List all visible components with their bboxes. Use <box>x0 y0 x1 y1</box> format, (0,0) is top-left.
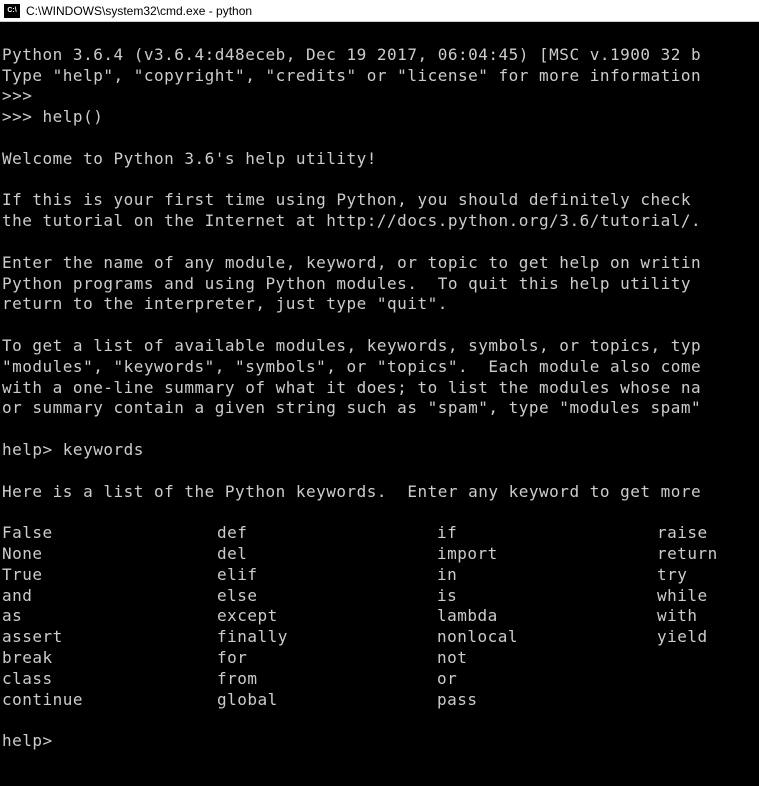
help-welcome: Welcome to Python 3.6's help utility! <box>2 149 377 168</box>
title-bar[interactable]: C:\WINDOWS\system32\cmd.exe - python <box>0 0 759 22</box>
keywords-col3: if import in is lambda nonlocal not or p… <box>437 523 657 710</box>
terminal-output[interactable]: Python 3.6.4 (v3.6.4:d48eceb, Dec 19 201… <box>0 22 759 752</box>
help-prompt-waiting: help> <box>2 731 53 750</box>
keywords-col4: raise return try while with yield <box>657 523 718 710</box>
help-para2-line3: return to the interpreter, just type "qu… <box>2 294 448 313</box>
keywords-table: False None True and as assert break clas… <box>2 523 759 710</box>
help-para2-line1: Enter the name of any module, keyword, o… <box>2 253 701 272</box>
window-title: C:\WINDOWS\system32\cmd.exe - python <box>26 4 252 18</box>
help-para3-line2: "modules", "keywords", "symbols", or "to… <box>2 357 701 376</box>
help-para3-line1: To get a list of available modules, keyw… <box>2 336 701 355</box>
help-para1-line1: If this is your first time using Python,… <box>2 190 701 209</box>
prompt-help-call: >>> help() <box>2 107 103 126</box>
prompt-empty: >>> <box>2 86 32 105</box>
help-para2-line2: Python programs and using Python modules… <box>2 274 701 293</box>
help-prompt-keywords: help> keywords <box>2 440 144 459</box>
keywords-col2: def del elif else except finally for fro… <box>217 523 437 710</box>
python-banner-line2: Type "help", "copyright", "credits" or "… <box>2 66 701 85</box>
keywords-col1: False None True and as assert break clas… <box>2 523 217 710</box>
python-banner-line1: Python 3.6.4 (v3.6.4:d48eceb, Dec 19 201… <box>2 45 701 64</box>
keywords-intro: Here is a list of the Python keywords. E… <box>2 482 701 501</box>
help-para3-line4: or summary contain a given string such a… <box>2 398 701 417</box>
cmd-icon <box>4 4 20 18</box>
help-para3-line3: with a one-line summary of what it does;… <box>2 378 701 397</box>
help-para1-line2: the tutorial on the Internet at http://d… <box>2 211 701 230</box>
